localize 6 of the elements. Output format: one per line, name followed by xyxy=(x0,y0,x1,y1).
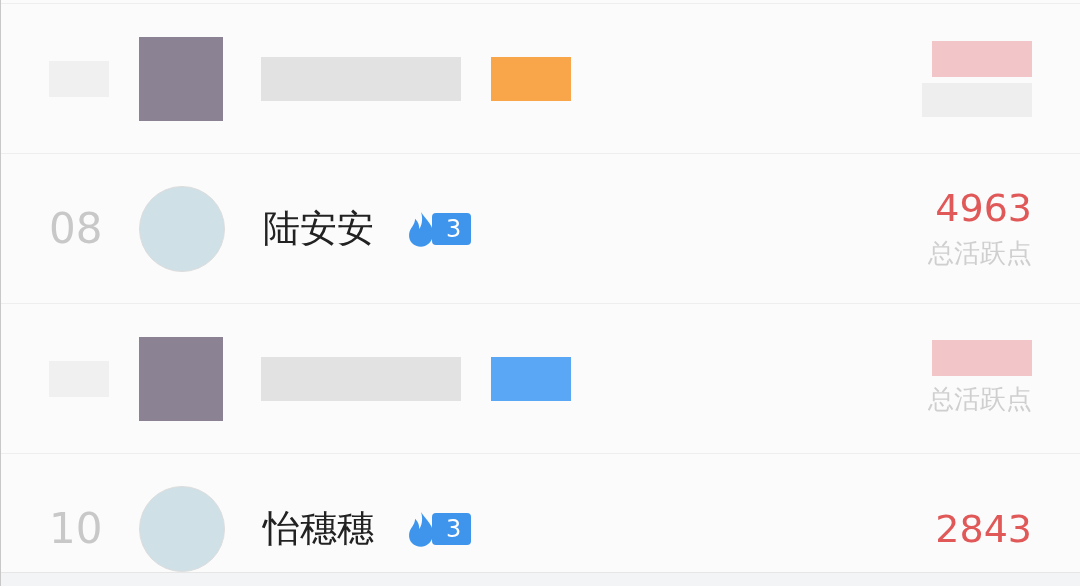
level-badge: 3 xyxy=(432,512,472,545)
level-badge: 3 xyxy=(432,212,472,245)
score-value: 2843 xyxy=(935,506,1032,551)
score-value: 4963 xyxy=(935,186,1032,230)
user-name: 陆安安 xyxy=(263,205,374,252)
user-name: 怡穗穗 xyxy=(263,505,374,552)
